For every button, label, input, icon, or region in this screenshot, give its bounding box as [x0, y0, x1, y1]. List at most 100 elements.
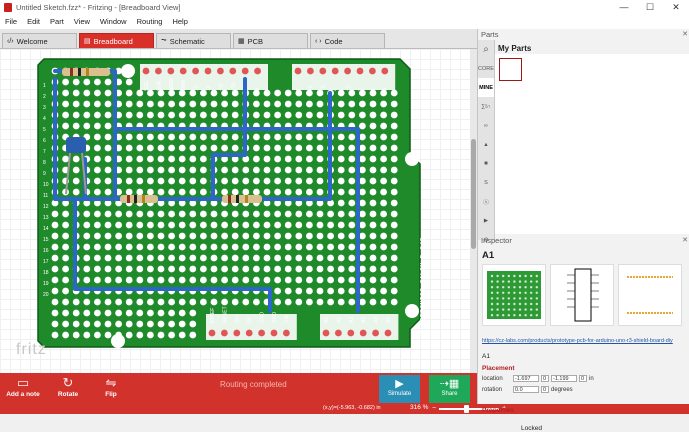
- board-hole[interactable]: [189, 177, 197, 185]
- board-hole[interactable]: [94, 155, 101, 163]
- board-hole[interactable]: [348, 232, 356, 240]
- board-hole[interactable]: [200, 166, 207, 174]
- board-hole[interactable]: [274, 298, 281, 306]
- board-hole[interactable]: [316, 210, 324, 218]
- board-hole[interactable]: [94, 254, 101, 262]
- board-hole[interactable]: [51, 232, 59, 240]
- board-hole[interactable]: [390, 111, 398, 119]
- board-hole[interactable]: [83, 320, 91, 328]
- board-hole[interactable]: [390, 243, 398, 251]
- board-hole[interactable]: [168, 232, 176, 240]
- location-unit[interactable]: in: [589, 376, 594, 382]
- board-hole[interactable]: [125, 144, 133, 152]
- board-hole[interactable]: [359, 133, 366, 141]
- board-hole[interactable]: [157, 133, 165, 141]
- board-hole[interactable]: [115, 254, 122, 262]
- header-pin[interactable]: [319, 67, 327, 75]
- board-hole[interactable]: [210, 210, 218, 218]
- board-hole[interactable]: [369, 177, 377, 185]
- board-hole[interactable]: [274, 232, 281, 240]
- board-hole[interactable]: [104, 89, 112, 97]
- board-hole[interactable]: [295, 232, 303, 240]
- board-hole[interactable]: [221, 265, 229, 273]
- board-hole[interactable]: [316, 232, 324, 240]
- location-x-step[interactable]: 0: [541, 375, 549, 382]
- board-hole[interactable]: [83, 232, 91, 240]
- board-hole[interactable]: [168, 188, 176, 196]
- board-hole[interactable]: [284, 243, 292, 251]
- board-hole[interactable]: [380, 100, 387, 108]
- rotation-step[interactable]: 0: [541, 386, 549, 393]
- board-hole[interactable]: [380, 122, 387, 130]
- board-hole[interactable]: [274, 254, 281, 262]
- board-hole[interactable]: [94, 100, 101, 108]
- board-hole[interactable]: [284, 298, 292, 306]
- board-hole[interactable]: [94, 210, 101, 218]
- board-hole[interactable]: [178, 331, 186, 339]
- board-hole[interactable]: [274, 89, 281, 97]
- board-hole[interactable]: [337, 199, 345, 207]
- board-hole[interactable]: [147, 210, 154, 218]
- board-hole[interactable]: [337, 155, 345, 163]
- board-hole[interactable]: [390, 265, 398, 273]
- board-hole[interactable]: [380, 111, 387, 119]
- menu-view[interactable]: View: [69, 17, 95, 26]
- board-hole[interactable]: [147, 276, 154, 284]
- board-hole[interactable]: [189, 331, 197, 339]
- board-hole[interactable]: [263, 177, 271, 185]
- board-hole[interactable]: [210, 265, 218, 273]
- board-hole[interactable]: [125, 177, 133, 185]
- location-y-step[interactable]: 0: [579, 375, 587, 382]
- board-hole[interactable]: [72, 177, 80, 185]
- board-hole[interactable]: [115, 221, 122, 229]
- board-hole[interactable]: [348, 155, 356, 163]
- board-hole[interactable]: [348, 276, 356, 284]
- board-hole[interactable]: [242, 232, 250, 240]
- board-hole[interactable]: [104, 166, 112, 174]
- board-hole[interactable]: [189, 265, 197, 273]
- board-hole[interactable]: [168, 254, 176, 262]
- board-hole[interactable]: [210, 133, 218, 141]
- board-hole[interactable]: [316, 166, 324, 174]
- board-hole[interactable]: [284, 276, 292, 284]
- board-hole[interactable]: [136, 331, 144, 339]
- board-hole[interactable]: [242, 188, 250, 196]
- board-hole[interactable]: [94, 221, 101, 229]
- board-hole[interactable]: [210, 100, 218, 108]
- board-hole[interactable]: [104, 78, 112, 86]
- board-hole[interactable]: [306, 188, 313, 196]
- header-pin[interactable]: [283, 329, 290, 337]
- board-hole[interactable]: [72, 111, 80, 119]
- board-hole[interactable]: [274, 243, 281, 251]
- board-hole[interactable]: [369, 100, 377, 108]
- zoom-slider-knob[interactable]: [464, 404, 470, 413]
- board-hole[interactable]: [147, 111, 154, 119]
- board-hole[interactable]: [274, 221, 281, 229]
- board-hole[interactable]: [168, 221, 176, 229]
- board-hole[interactable]: [327, 243, 334, 251]
- board-hole[interactable]: [178, 144, 186, 152]
- board-hole[interactable]: [359, 287, 366, 295]
- board-hole[interactable]: [51, 265, 59, 273]
- board-hole[interactable]: [157, 100, 165, 108]
- board-hole[interactable]: [178, 210, 186, 218]
- board-hole[interactable]: [390, 298, 398, 306]
- board-hole[interactable]: [125, 265, 133, 273]
- board-hole[interactable]: [136, 111, 144, 119]
- header-pin[interactable]: [356, 67, 364, 75]
- board-hole[interactable]: [242, 276, 250, 284]
- board-hole[interactable]: [72, 155, 80, 163]
- part-product-link[interactable]: https://cz-labs.com/products/prototype-p…: [482, 338, 673, 344]
- board-hole[interactable]: [94, 265, 101, 273]
- header-pin[interactable]: [294, 67, 302, 75]
- board-hole[interactable]: [147, 254, 154, 262]
- board-hole[interactable]: [125, 188, 133, 196]
- board-hole[interactable]: [359, 265, 366, 273]
- board-hole[interactable]: [62, 100, 69, 108]
- board-hole[interactable]: [242, 177, 250, 185]
- board-hole[interactable]: [200, 177, 207, 185]
- board-hole[interactable]: [125, 100, 133, 108]
- board-hole[interactable]: [147, 331, 154, 339]
- board-hole[interactable]: [327, 298, 334, 306]
- board-hole[interactable]: [284, 89, 292, 97]
